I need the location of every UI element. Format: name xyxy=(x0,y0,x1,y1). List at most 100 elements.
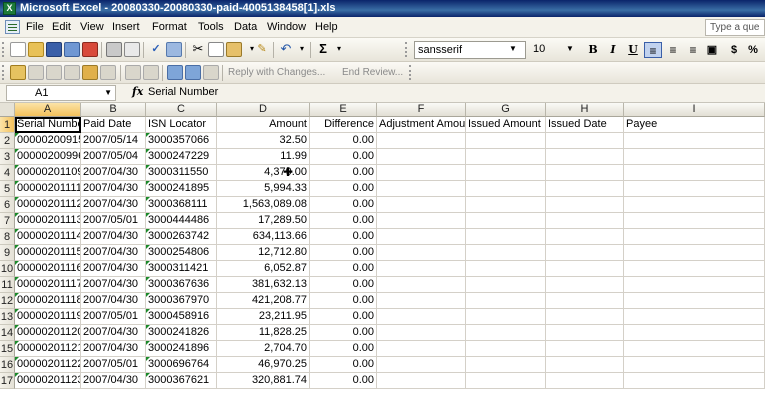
row-header[interactable]: 16 xyxy=(0,357,15,373)
reviewing-icon-8[interactable] xyxy=(167,65,183,80)
table-cell[interactable]: 00000201122 xyxy=(15,357,81,373)
menu-insert[interactable]: Insert xyxy=(112,21,140,33)
align-right-icon[interactable]: ≡ xyxy=(684,42,702,58)
table-cell[interactable]: 2007/05/01 xyxy=(81,213,146,229)
table-cell[interactable] xyxy=(466,197,546,213)
row-header[interactable]: 8 xyxy=(0,229,15,245)
formula-input[interactable]: Serial Number xyxy=(148,86,218,98)
header-cell[interactable]: ISN Locator xyxy=(146,117,217,133)
ask-question-box[interactable]: Type a que xyxy=(705,19,765,36)
table-cell[interactable] xyxy=(546,341,624,357)
table-cell[interactable] xyxy=(466,373,546,389)
header-cell[interactable]: Difference xyxy=(310,117,377,133)
table-cell[interactable]: 32.50 xyxy=(217,133,310,149)
table-cell[interactable]: 2007/04/30 xyxy=(81,341,146,357)
row-header[interactable]: 9 xyxy=(0,245,15,261)
table-cell[interactable] xyxy=(546,181,624,197)
name-box[interactable]: A1 ▼ xyxy=(6,85,116,101)
permission-icon[interactable] xyxy=(64,42,80,57)
worksheet-grid[interactable]: A B C D E F G H I 1 Serial Number Paid Date ISN Loca… xyxy=(0,103,765,408)
table-cell[interactable] xyxy=(377,213,466,229)
table-cell[interactable] xyxy=(624,229,765,245)
save-icon[interactable] xyxy=(46,42,62,57)
table-cell[interactable] xyxy=(377,261,466,277)
table-cell[interactable] xyxy=(377,149,466,165)
table-cell[interactable]: 00000200996 xyxy=(15,149,81,165)
table-cell[interactable]: 0.00 xyxy=(310,373,377,389)
open-icon[interactable] xyxy=(28,42,44,57)
table-cell[interactable] xyxy=(377,357,466,373)
autosum-icon[interactable]: Σ xyxy=(315,42,331,57)
table-cell[interactable] xyxy=(546,325,624,341)
row-header[interactable]: 3 xyxy=(0,149,15,165)
undo-icon[interactable]: ↶ xyxy=(278,42,294,57)
table-cell[interactable]: 2007/05/01 xyxy=(81,309,146,325)
table-cell[interactable]: 2007/05/04 xyxy=(81,149,146,165)
table-cell[interactable] xyxy=(546,229,624,245)
table-cell[interactable]: 3000357066 xyxy=(146,133,217,149)
row-header[interactable]: 1 xyxy=(0,117,15,133)
table-cell[interactable]: 5,994.33 xyxy=(217,181,310,197)
reviewing-icon-4[interactable] xyxy=(82,65,98,80)
column-header-b[interactable]: B xyxy=(81,103,146,117)
table-cell[interactable] xyxy=(466,133,546,149)
table-cell[interactable] xyxy=(377,373,466,389)
spelling-icon[interactable]: ✓ xyxy=(148,42,164,57)
table-cell[interactable]: 3000444486 xyxy=(146,213,217,229)
table-cell[interactable] xyxy=(466,165,546,181)
table-cell[interactable] xyxy=(546,245,624,261)
table-cell[interactable] xyxy=(466,309,546,325)
table-cell[interactable] xyxy=(624,309,765,325)
table-cell[interactable] xyxy=(546,293,624,309)
table-cell[interactable] xyxy=(624,277,765,293)
menu-view[interactable]: View xyxy=(80,21,104,33)
table-cell[interactable] xyxy=(466,181,546,197)
table-cell[interactable] xyxy=(624,133,765,149)
font-size-dropdown-icon[interactable]: ▼ xyxy=(566,44,574,53)
header-cell[interactable]: Issued Amount xyxy=(466,117,546,133)
select-all-corner[interactable] xyxy=(0,103,15,117)
table-cell[interactable]: 00000201117 xyxy=(15,277,81,293)
table-cell[interactable] xyxy=(546,165,624,181)
row-header[interactable]: 11 xyxy=(0,277,15,293)
table-cell[interactable] xyxy=(624,213,765,229)
row-header[interactable]: 13 xyxy=(0,309,15,325)
table-cell[interactable] xyxy=(377,133,466,149)
row-header[interactable]: 12 xyxy=(0,293,15,309)
bold-button[interactable]: B xyxy=(584,42,602,58)
reply-with-changes-button[interactable]: Reply with Changes... xyxy=(228,67,325,78)
autosum-dropdown-icon[interactable]: ▾ xyxy=(331,42,347,57)
table-cell[interactable]: 11.99 xyxy=(217,149,310,165)
table-cell[interactable] xyxy=(546,357,624,373)
menu-format[interactable]: Format xyxy=(152,21,187,33)
table-cell[interactable]: 12,712.80 xyxy=(217,245,310,261)
print-preview-icon[interactable] xyxy=(124,42,140,57)
menu-help[interactable]: Help xyxy=(315,21,338,33)
undo-dropdown-icon[interactable]: ▾ xyxy=(294,42,310,57)
table-cell[interactable]: 1,563,089.08 xyxy=(217,197,310,213)
table-cell[interactable] xyxy=(377,325,466,341)
table-cell[interactable]: 2007/04/30 xyxy=(81,325,146,341)
table-cell[interactable] xyxy=(466,229,546,245)
name-box-dropdown-icon[interactable]: ▼ xyxy=(104,86,112,100)
reviewing-icon-3[interactable] xyxy=(64,65,80,80)
table-cell[interactable] xyxy=(546,197,624,213)
table-cell[interactable]: 0.00 xyxy=(310,197,377,213)
table-cell[interactable] xyxy=(624,197,765,213)
table-cell[interactable]: 0.00 xyxy=(310,181,377,197)
table-cell[interactable]: 3000367970 xyxy=(146,293,217,309)
table-cell[interactable]: 0.00 xyxy=(310,325,377,341)
table-cell[interactable]: 2007/04/30 xyxy=(81,197,146,213)
table-cell[interactable]: 0.00 xyxy=(310,277,377,293)
reviewing-icon-7[interactable] xyxy=(143,65,159,80)
table-cell[interactable] xyxy=(377,197,466,213)
table-cell[interactable] xyxy=(466,213,546,229)
table-cell[interactable]: 3000254806 xyxy=(146,245,217,261)
row-header[interactable]: 17 xyxy=(0,373,15,389)
end-review-button[interactable]: End Review... xyxy=(342,67,403,78)
table-cell[interactable] xyxy=(546,277,624,293)
row-header[interactable]: 4 xyxy=(0,165,15,181)
align-left-icon[interactable]: ≡ xyxy=(644,42,662,58)
column-header-a[interactable]: A xyxy=(15,103,81,117)
table-cell[interactable]: 3000458916 xyxy=(146,309,217,325)
